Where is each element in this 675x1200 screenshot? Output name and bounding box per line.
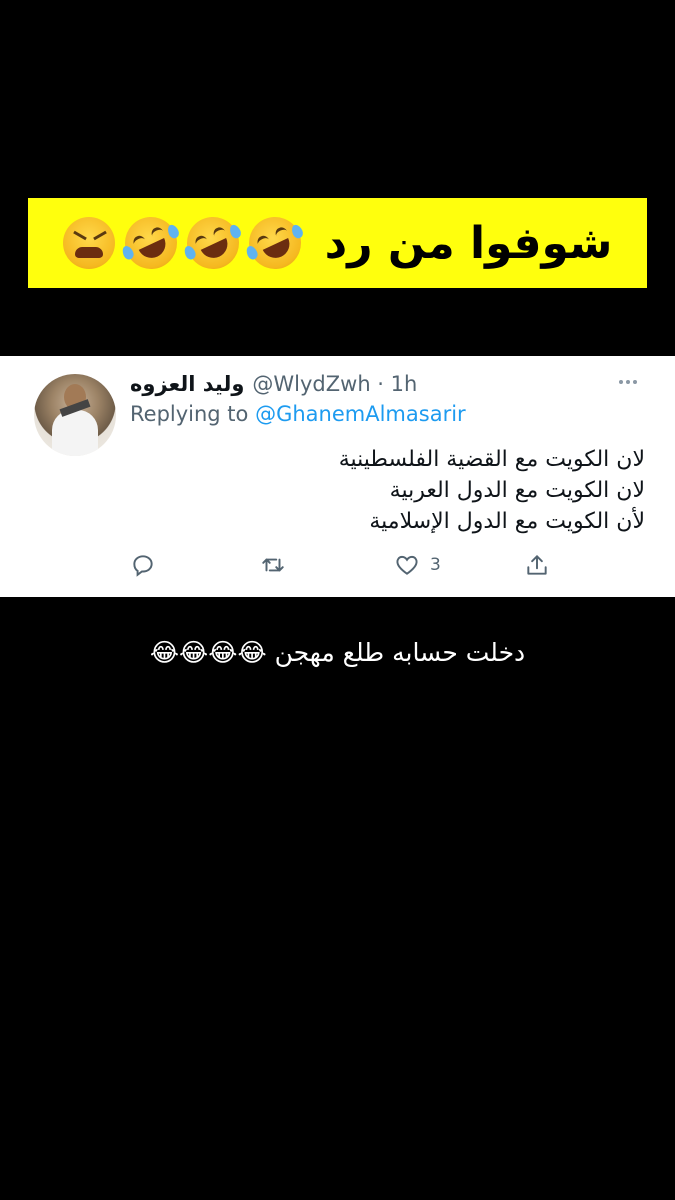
rofl-emoji-icon [178,208,248,278]
share-icon [527,555,547,575]
retweet-button[interactable] [260,552,286,578]
heart-icon [396,555,418,575]
reply-button[interactable] [130,552,156,578]
headline-text: شوفوا من رد [324,217,613,269]
share-button[interactable] [524,552,550,578]
more-options-icon[interactable] [619,380,637,384]
like-button[interactable]: 3 [394,552,441,578]
like-count: 3 [430,555,441,575]
replying-label: Replying to [130,402,249,426]
tweet-actions: 3 [130,552,560,578]
replying-to: Replying to @GhanemAlmasarir [130,402,466,426]
rofl-emoji-icon [240,208,310,278]
headline-banner: شوفوا من رد [28,198,647,288]
tweet-card: وليد العزوه @WlydZwh · 1h Replying to @G… [0,356,675,597]
replying-mention-link[interactable]: @GhanemAlmasarir [255,402,466,426]
handle-and-time[interactable]: @WlydZwh · 1h [252,372,417,396]
reply-icon [133,555,153,577]
tweet-line: لان الكويت مع الدول العربية [389,478,645,503]
rofl-emoji-icon [116,208,186,278]
caption-text: دخلت حسابه طلع مهجن 😂😂😂😂 [149,638,526,667]
tweet-line: لأن الكويت مع الدول الإسلامية [369,509,645,534]
display-name[interactable]: وليد العزوه [130,372,244,396]
tired-face-emoji-icon [62,217,115,269]
avatar[interactable] [34,374,116,456]
tweet-body: لان الكويت مع القضية الفلسطينية لان الكو… [125,444,645,537]
tweet-line: لان الكويت مع القضية الفلسطينية [338,447,645,472]
retweet-icon [262,558,284,572]
